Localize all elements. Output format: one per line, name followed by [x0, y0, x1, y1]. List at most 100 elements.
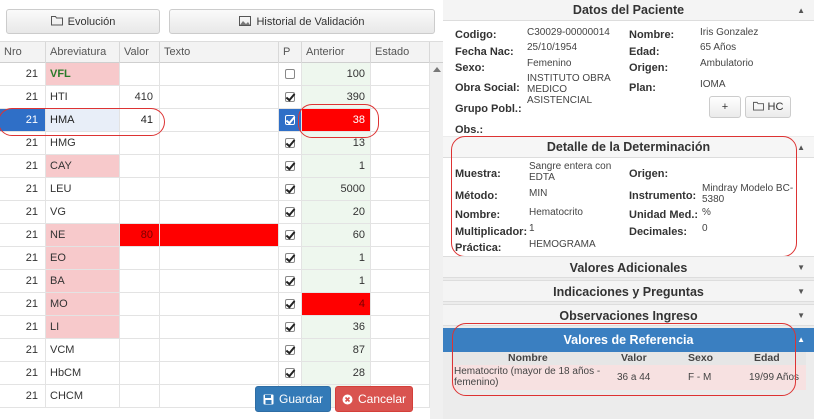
save-button[interactable]: Guardar [255, 386, 331, 412]
p-checkbox[interactable] [285, 161, 295, 171]
cell-texto-input[interactable] [160, 247, 279, 269]
table-row[interactable]: 21 LEU 5000 [0, 178, 430, 201]
historial-button[interactable]: Historial de Validación [169, 9, 435, 34]
cell-texto-input[interactable] [160, 224, 279, 246]
table-row[interactable]: 21 MO 4 [0, 293, 430, 316]
grid-scrollbar[interactable] [430, 63, 443, 419]
cell-valor-input[interactable] [120, 385, 160, 407]
cell-p[interactable] [279, 201, 302, 223]
col-nro[interactable]: Nro [0, 42, 46, 63]
cell-valor-input[interactable] [120, 178, 160, 200]
hc-button[interactable]: HC [745, 96, 791, 118]
cancel-button[interactable]: Cancelar [335, 386, 413, 412]
p-checkbox[interactable] [285, 368, 295, 378]
table-row[interactable]: 21 VFL 100 [0, 63, 430, 86]
cell-valor-input[interactable]: 410 [120, 86, 160, 108]
detalle-panel-header[interactable]: Detalle de la Determinación ▲ [443, 137, 814, 158]
cell-valor-input[interactable] [120, 293, 160, 315]
cell-p[interactable] [279, 316, 302, 338]
cell-nro: 21 [0, 63, 46, 85]
p-checkbox[interactable] [285, 276, 295, 286]
add-button[interactable]: + [709, 96, 741, 118]
cell-texto-input[interactable] [160, 63, 279, 85]
col-texto[interactable]: Texto [160, 42, 279, 63]
cell-p[interactable] [279, 132, 302, 154]
cell-texto-input[interactable] [160, 109, 279, 131]
table-row[interactable]: 21 BA 1 [0, 270, 430, 293]
observaciones-header[interactable]: Observaciones Ingreso ▼ [443, 304, 814, 326]
indicaciones-header[interactable]: Indicaciones y Preguntas ▼ [443, 280, 814, 302]
cell-p[interactable] [279, 178, 302, 200]
cell-p[interactable] [279, 247, 302, 269]
cell-valor-input[interactable]: 80 [120, 224, 160, 246]
cell-p[interactable] [279, 86, 302, 108]
cell-p[interactable] [279, 293, 302, 315]
valores-adicionales-header[interactable]: Valores Adicionales ▼ [443, 256, 814, 278]
ref-valor: 36 a 44 [617, 372, 651, 383]
cell-texto-input[interactable] [160, 270, 279, 292]
cell-valor-input[interactable] [120, 316, 160, 338]
table-row[interactable]: 21 HTI 410 390 [0, 86, 430, 109]
cell-valor-input[interactable] [120, 247, 160, 269]
table-row[interactable]: 21 NE 80 60 [0, 224, 430, 247]
col-abreviatura[interactable]: Abreviatura [46, 42, 120, 63]
cell-p[interactable] [279, 109, 302, 131]
cell-texto-input[interactable] [160, 178, 279, 200]
p-checkbox[interactable] [285, 299, 295, 309]
table-row[interactable]: 21 VCM 87 [0, 339, 430, 362]
obs-label: Obs.: [455, 124, 484, 136]
table-row[interactable]: 21 EO 1 [0, 247, 430, 270]
cell-valor-input[interactable] [120, 63, 160, 85]
table-row[interactable]: 21 VG 20 [0, 201, 430, 224]
p-checkbox[interactable] [285, 184, 295, 194]
col-estado[interactable]: Estado [371, 42, 430, 63]
cell-texto-input[interactable] [160, 339, 279, 361]
table-row[interactable]: 21 LI 36 [0, 316, 430, 339]
cell-p[interactable] [279, 224, 302, 246]
p-checkbox[interactable] [285, 115, 295, 125]
evolucion-button[interactable]: Evolución [6, 9, 160, 34]
col-valor[interactable]: Valor [120, 42, 160, 63]
cell-p[interactable] [279, 155, 302, 177]
cell-abreviatura: CAY [46, 155, 120, 177]
ref-col-edad: Edad [754, 352, 780, 364]
cell-valor-input[interactable] [120, 155, 160, 177]
cell-texto-input[interactable] [160, 316, 279, 338]
p-checkbox[interactable] [285, 92, 295, 102]
scroll-up-icon[interactable] [433, 67, 441, 72]
p-checkbox[interactable] [285, 138, 295, 148]
col-anterior[interactable]: Anterior [302, 42, 371, 63]
p-checkbox[interactable] [285, 69, 295, 79]
cell-p[interactable] [279, 63, 302, 85]
cell-texto-input[interactable] [160, 132, 279, 154]
cell-texto-input[interactable] [160, 86, 279, 108]
col-p[interactable]: P [279, 42, 302, 63]
cell-valor-input[interactable] [120, 362, 160, 384]
p-checkbox[interactable] [285, 322, 295, 332]
cell-nro: 21 [0, 362, 46, 384]
table-row[interactable]: 21 CAY 1 [0, 155, 430, 178]
table-row[interactable]: 21 HMG 13 [0, 132, 430, 155]
cell-valor-input[interactable] [120, 339, 160, 361]
referencia-panel-header[interactable]: Valores de Referencia ▲ [443, 328, 814, 352]
table-row[interactable]: 21 HbCM 28 [0, 362, 430, 385]
cell-valor-input[interactable] [120, 270, 160, 292]
p-checkbox[interactable] [285, 230, 295, 240]
patient-panel-header[interactable]: Datos del Paciente ▲ [443, 0, 814, 21]
cell-valor-input[interactable] [120, 132, 160, 154]
cell-valor-input[interactable]: 41 [120, 109, 160, 131]
cell-texto-input[interactable] [160, 362, 279, 384]
cell-abreviatura: HMA [46, 109, 120, 131]
cell-p[interactable] [279, 362, 302, 384]
p-checkbox[interactable] [285, 345, 295, 355]
cell-texto-input[interactable] [160, 155, 279, 177]
cell-valor-input[interactable] [120, 201, 160, 223]
p-checkbox[interactable] [285, 253, 295, 263]
p-checkbox[interactable] [285, 207, 295, 217]
cell-p[interactable] [279, 339, 302, 361]
table-row[interactable]: 21 HMA 41 38 [0, 109, 430, 132]
cell-texto-input[interactable] [160, 293, 279, 315]
det-nombre-label: Nombre: [455, 209, 501, 221]
cell-p[interactable] [279, 270, 302, 292]
cell-texto-input[interactable] [160, 201, 279, 223]
